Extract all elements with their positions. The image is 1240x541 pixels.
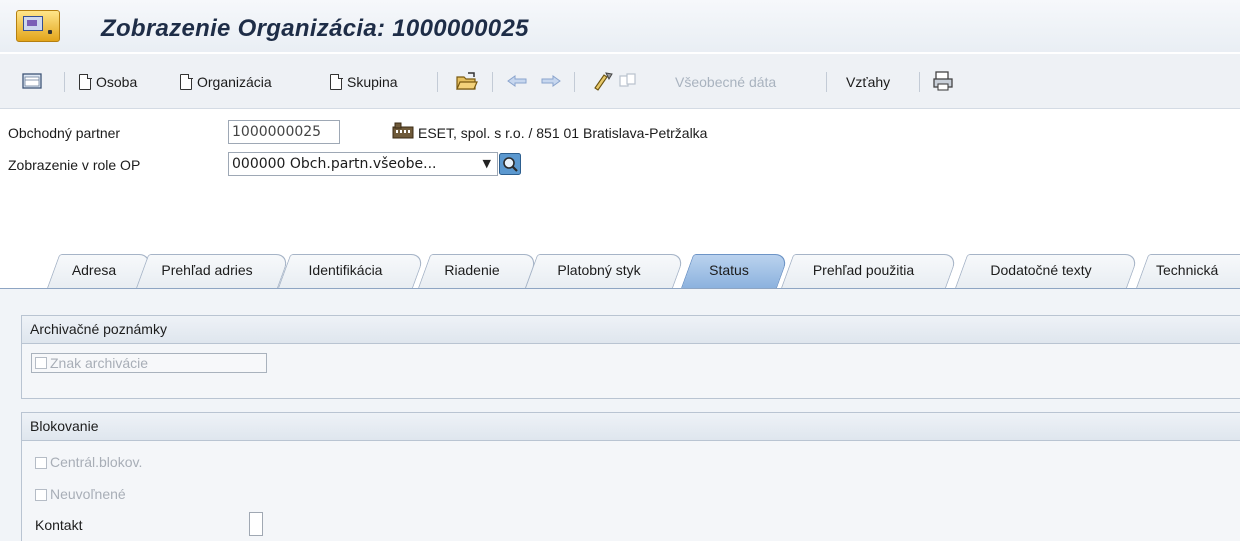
create-organization-button[interactable]: Organizácia [180, 72, 272, 92]
blocking-group: Blokovanie Centrál.blokov. Neuvoľnené Ko… [21, 412, 1240, 541]
contact-label: Kontakt [35, 517, 83, 533]
tab-strip: Adresa Prehľad adries Identifikácia Riad… [0, 248, 1240, 289]
create-person-button[interactable]: Osoba [79, 72, 137, 92]
partner-number-field[interactable]: 1000000025 [228, 120, 340, 144]
archive-notes-title: Archivačné poznámky [22, 316, 1240, 344]
partner-label: Obchodný partner [8, 125, 121, 141]
contact-checkbox[interactable] [249, 512, 263, 536]
chevron-down-icon[interactable]: ▼ [483, 153, 491, 175]
tab-identifikacia[interactable]: Identifikácia [278, 254, 426, 288]
new-document-icon [330, 73, 343, 90]
search-icon[interactable] [499, 153, 521, 175]
general-data-button[interactable]: Všeobecné dáta [675, 72, 776, 92]
application-toolbar: Osoba Organizácia Skupina Všeobecné dáta… [0, 54, 1240, 109]
archive-flag-checkbox[interactable] [35, 357, 47, 369]
tab-prehlad-adries[interactable]: Prehľad adries [136, 254, 291, 288]
print-icon[interactable] [932, 70, 956, 92]
unreleased-label: Neuvoľnené [50, 486, 126, 502]
tab-platobny-styk[interactable]: Platobný styk [525, 254, 686, 288]
tab-prehlad-pouzitia[interactable]: Prehľad použitia [781, 254, 959, 288]
central-block-checkbox[interactable] [35, 457, 47, 469]
blocking-title: Blokovanie [22, 413, 1240, 441]
tab-status[interactable]: Status [681, 254, 790, 288]
title-bar: Zobrazenie Organizácia: 1000000025 [0, 0, 1240, 52]
system-menu-icon[interactable] [16, 10, 60, 42]
tab-dodatocne-texty[interactable]: Dodatočné texty [955, 254, 1140, 288]
copy-icon[interactable] [618, 72, 638, 90]
archive-notes-group: Archivačné poznámky Znak archivácie [21, 315, 1240, 399]
display-change-icon[interactable] [592, 71, 614, 91]
role-label: Zobrazenie v role OP [8, 157, 141, 173]
central-block-label: Centrál.blokov. [50, 454, 143, 470]
archive-flag-label: Znak archivácie [50, 355, 149, 371]
page-title: Zobrazenie Organizácia: 1000000025 [101, 15, 529, 42]
tab-adresa[interactable]: Adresa [47, 254, 154, 288]
new-document-icon [180, 73, 193, 90]
unreleased-checkbox[interactable] [35, 489, 47, 501]
organization-icon [392, 122, 414, 139]
tab-riadenie[interactable]: Riadenie [418, 254, 539, 288]
role-select[interactable]: 000000 Obch.partn.všeobe... ▼ [228, 152, 498, 176]
next-arrow-icon[interactable] [541, 75, 561, 87]
layout-toggle-icon[interactable] [22, 73, 42, 89]
relationships-button[interactable]: Vzťahy [846, 72, 890, 92]
create-group-button[interactable]: Skupina [330, 72, 398, 92]
partner-description: ESET, spol. s r.o. / 851 01 Bratislava-P… [418, 125, 708, 141]
tab-technicka[interactable]: Technická [1136, 254, 1240, 288]
open-folder-icon[interactable] [455, 71, 479, 91]
previous-arrow-icon[interactable] [507, 75, 527, 87]
new-document-icon [79, 73, 92, 90]
